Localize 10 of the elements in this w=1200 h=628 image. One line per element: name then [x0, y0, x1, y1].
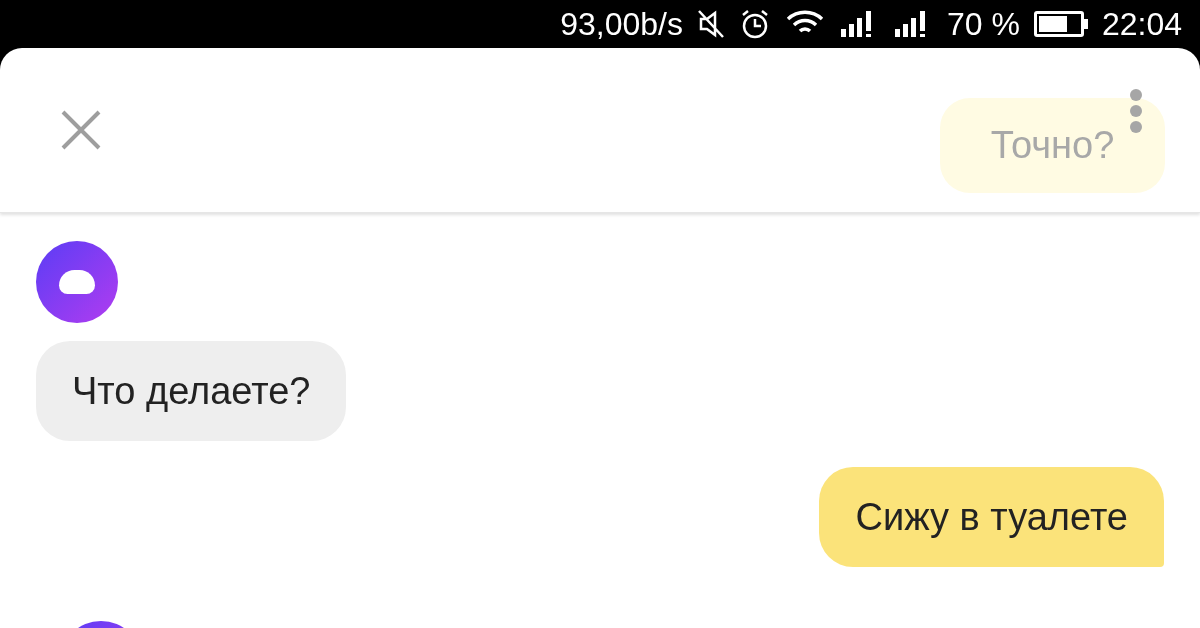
clock-time: 22:04: [1101, 5, 1182, 44]
message-bubble: Что делаете?: [36, 341, 347, 441]
faded-message-bubble: Точно?: [940, 97, 1165, 193]
close-icon[interactable]: [60, 109, 102, 151]
message-bubble: Сижу в туалете: [819, 467, 1164, 567]
battery-percentage: 70 %: [947, 5, 1020, 44]
muted-speaker-icon: [697, 9, 725, 39]
more-options-icon[interactable]: [1129, 87, 1143, 134]
battery-icon: [1033, 11, 1088, 37]
network-speed: 93,00b/s: [560, 5, 683, 44]
